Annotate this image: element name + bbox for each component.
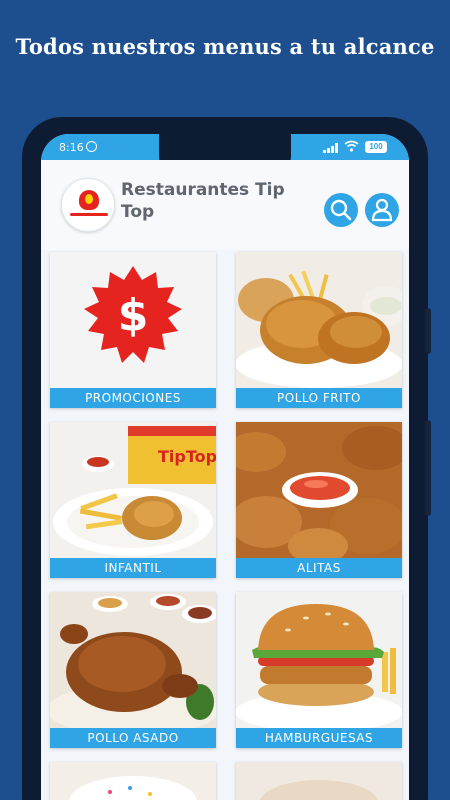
alarm-icon <box>86 141 97 152</box>
signal-icon <box>323 143 339 153</box>
promo-headline: Todos nuestros menus a tu alcance <box>15 34 435 59</box>
infantil-image: TipTop <box>50 422 216 558</box>
menu-card-partial[interactable] <box>236 762 402 800</box>
menu-card-label: PROMOCIONES <box>50 388 216 408</box>
menu-card-promociones[interactable]: $ PROMOCIONES <box>50 252 216 408</box>
svg-text:TipTop: TipTop <box>158 447 216 466</box>
menu-card-label: ALITAS <box>236 558 402 578</box>
search-button[interactable] <box>324 193 358 227</box>
promociones-image: $ <box>50 252 216 388</box>
user-button[interactable] <box>365 193 399 227</box>
menu-card-pollo-asado[interactable]: POLLO ASADO <box>50 592 216 748</box>
menu-card-alitas[interactable]: ALITAS <box>236 422 402 578</box>
hamburguesas-image <box>236 592 402 728</box>
menu-card-label: HAMBURGUESAS <box>236 728 402 748</box>
logo-wordmark <box>70 213 108 216</box>
phone-side-button <box>425 308 431 354</box>
menu-card-label: POLLO ASADO <box>50 728 216 748</box>
app-title: Restaurantes Tip Top <box>121 180 285 222</box>
menu-card-pollo-frito[interactable]: POLLO FRITO <box>236 252 402 408</box>
dessert-image <box>236 762 402 800</box>
user-icon <box>371 198 393 222</box>
alitas-image <box>236 422 402 558</box>
dessert-image <box>50 762 216 800</box>
menu-card-label: INFANTIL <box>50 558 216 578</box>
phone-side-button <box>425 420 431 516</box>
menu-card-hamburguesas[interactable]: HAMBURGUESAS <box>236 592 402 748</box>
menu-card-label: POLLO FRITO <box>236 388 402 408</box>
tip-top-logo[interactable] <box>61 178 115 232</box>
menu-card-infantil[interactable]: TipTop INFANTIL <box>50 422 216 578</box>
logo-mark <box>79 190 99 210</box>
battery-icon: 100 <box>365 141 387 153</box>
app-header: Restaurantes Tip Top <box>41 160 409 250</box>
pollo-asado-image <box>50 592 216 728</box>
menu-card-partial[interactable] <box>50 762 216 800</box>
app-screen: 8:16 100 Restaurantes Tip Top $ PROMOCIO… <box>41 134 409 800</box>
svg-text:$: $ <box>118 290 149 341</box>
pollo-frito-image <box>236 252 402 388</box>
status-time: 8:16 <box>59 141 84 154</box>
wifi-icon <box>344 140 359 152</box>
dollar-badge-icon: $ <box>84 266 182 363</box>
search-icon <box>330 199 352 221</box>
